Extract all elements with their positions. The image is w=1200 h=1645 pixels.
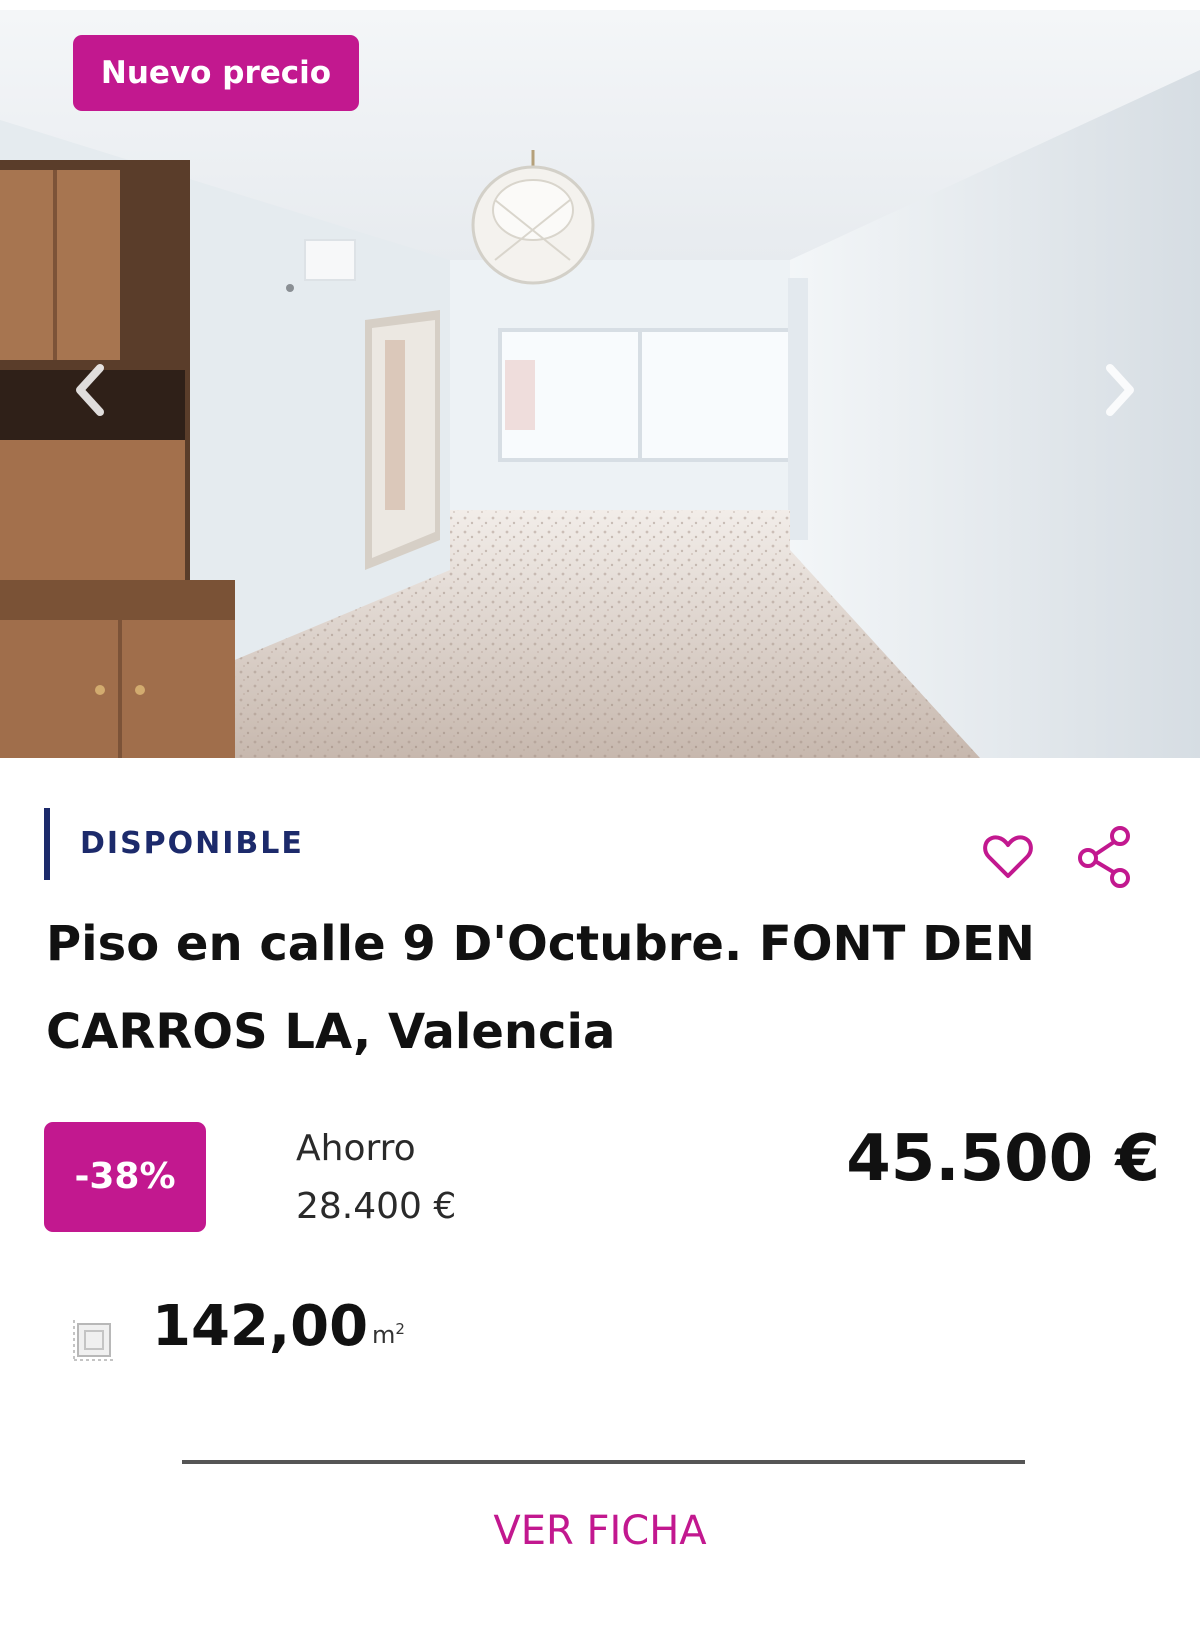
share-button[interactable]: [1076, 822, 1136, 892]
area-value: 142,00: [152, 1294, 369, 1359]
status-accent-bar: [44, 808, 50, 880]
room-photo-illustration: [0, 10, 1200, 758]
chevron-left-icon: [76, 364, 104, 416]
floor-area-icon: [70, 1316, 118, 1364]
price: 45.500 €: [846, 1122, 1160, 1196]
share-icon: [1078, 826, 1130, 888]
savings-label: Ahorro: [296, 1128, 416, 1169]
heart-icon: [983, 835, 1033, 878]
new-price-badge: Nuevo precio: [73, 35, 359, 111]
savings-value: 28.400 €: [296, 1186, 457, 1227]
divider: [182, 1460, 1025, 1464]
property-photo[interactable]: Nuevo precio: [0, 10, 1200, 758]
discount-badge: -38%: [44, 1122, 206, 1232]
listing-title: Piso en calle 9 D'Octubre. FONT DEN CARR…: [46, 916, 1035, 1060]
favorite-button[interactable]: [980, 828, 1036, 884]
area-unit-base: m: [372, 1321, 396, 1349]
area-unit: m2: [372, 1320, 405, 1349]
next-photo-button[interactable]: [1090, 355, 1150, 425]
status-label: DISPONIBLE: [80, 826, 304, 861]
property-card: Nuevo precio DISPONIBLE Piso en calle 9 …: [0, 0, 1200, 1645]
chevron-right-icon: [1106, 364, 1134, 416]
prev-photo-button[interactable]: [60, 355, 120, 425]
view-details-link[interactable]: VER FICHA: [420, 1508, 780, 1554]
area-unit-exponent: 2: [395, 1320, 405, 1338]
